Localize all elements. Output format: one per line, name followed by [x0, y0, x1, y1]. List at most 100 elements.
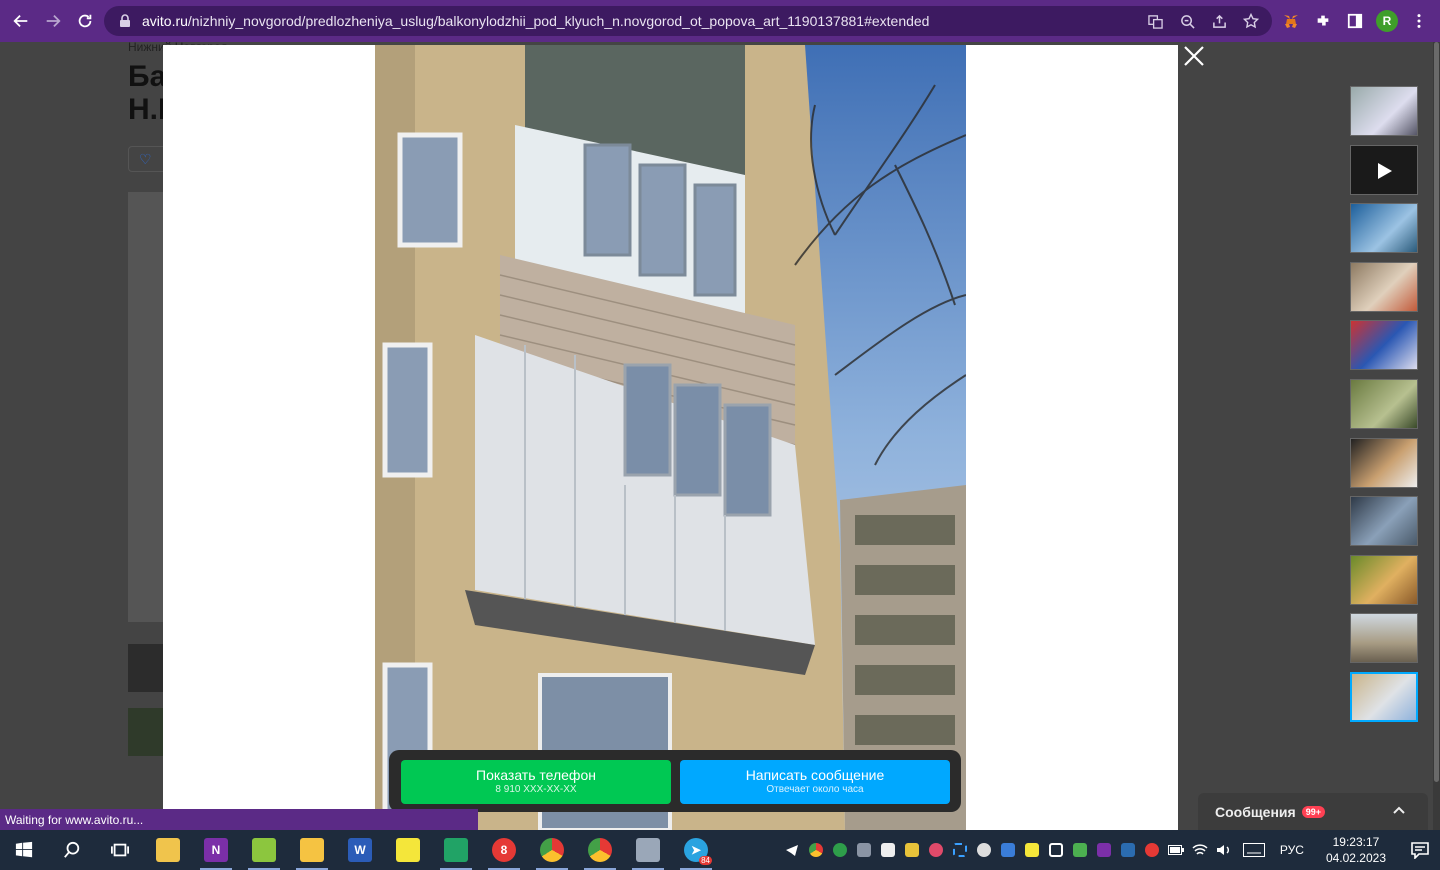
status-bar: Waiting for www.avito.ru... [0, 809, 478, 830]
taskbar-app-onenote[interactable]: N [192, 830, 240, 870]
sheets-icon [444, 838, 468, 862]
window-tray-icon[interactable] [1044, 830, 1068, 870]
forward-button[interactable] [37, 5, 69, 37]
search-button[interactable] [48, 830, 96, 870]
taskbar-app-files[interactable] [144, 830, 192, 870]
volume-icon[interactable] [1212, 830, 1236, 870]
taskbar-app-telegram[interactable]: ➤ 84 [672, 830, 720, 870]
main-image [128, 192, 168, 622]
telegram-badge: 84 [699, 856, 712, 865]
status-text: Waiting for www.avito.ru... [5, 812, 144, 827]
yandex-tray-icon[interactable] [1140, 830, 1164, 870]
reload-button[interactable] [69, 5, 101, 37]
battery-icon[interactable] [1164, 830, 1188, 870]
taskbar-app-trash[interactable] [624, 830, 672, 870]
thumbnail[interactable] [1350, 203, 1418, 254]
steam-tray-icon[interactable] [972, 830, 996, 870]
taskbar-app-chrome-user[interactable] [528, 830, 576, 870]
reload-icon [78, 14, 92, 28]
chrome-icon [588, 838, 612, 862]
thumbnail[interactable] [1350, 496, 1418, 547]
game-tray-icon[interactable] [1068, 830, 1092, 870]
chrome-tray-icon[interactable] [804, 830, 828, 870]
write-message-button[interactable]: Написать сообщение Отвечает около часа [680, 760, 950, 804]
close-icon [1184, 46, 1204, 66]
reply-time-note: Отвечает около часа [766, 784, 864, 795]
file-tray-icon[interactable] [876, 830, 900, 870]
gallery-photo [375, 45, 966, 830]
lock-icon [120, 14, 130, 27]
notifications-button[interactable] [1400, 830, 1440, 870]
page-thumbnail[interactable] [128, 708, 168, 756]
star-icon[interactable] [1242, 12, 1260, 30]
taskbar-app-chrome[interactable] [576, 830, 624, 870]
extensions-icon[interactable] [1312, 10, 1334, 32]
show-phone-label: Показать телефон [476, 767, 596, 783]
balcony-photo [375, 45, 966, 830]
heart-icon: ♡ [139, 150, 152, 167]
thumbnail[interactable] [1350, 437, 1418, 488]
onenote-icon: N [204, 838, 228, 862]
language-indicator[interactable]: РУС [1272, 843, 1312, 857]
yandex-icon: 8 [492, 838, 516, 862]
taskbar-app-notepad[interactable] [240, 830, 288, 870]
video-thumbnail[interactable] [1350, 144, 1418, 195]
zoom-icon[interactable] [1178, 12, 1196, 30]
clock[interactable]: 19:23:17 04.02.2023 [1312, 834, 1400, 866]
system-tray: РУС 19:23:17 04.02.2023 [780, 830, 1440, 870]
page-scrollbar[interactable] [1433, 42, 1440, 830]
thumbnail[interactable] [1350, 554, 1418, 605]
wifi-icon[interactable] [1188, 830, 1212, 870]
screenshot-tray-icon[interactable] [948, 830, 972, 870]
taskbar-app-sheets[interactable] [432, 830, 480, 870]
notepad-icon [252, 838, 276, 862]
write-message-label: Написать сообщение [745, 767, 885, 783]
sticky-tray-icon[interactable] [1020, 830, 1044, 870]
shield-tray-icon[interactable] [828, 830, 852, 870]
notes-tray-icon[interactable] [900, 830, 924, 870]
page-thumbnail[interactable] [128, 644, 168, 692]
share-icon[interactable] [1210, 12, 1228, 30]
sticky-notes-icon [396, 838, 420, 862]
translate-icon[interactable] [1146, 12, 1164, 30]
address-bar[interactable]: avito.ru/nizhniy_novgorod/predlozheniya_… [104, 6, 1272, 36]
telegram-tray-icon[interactable] [780, 830, 804, 870]
thumbnail[interactable] [1350, 378, 1418, 429]
keyboard-icon[interactable] [1236, 830, 1272, 870]
task-view-icon [111, 843, 129, 857]
scrollbar-thumb[interactable] [1434, 42, 1439, 782]
vpn-tray-icon[interactable] [996, 830, 1020, 870]
thumbnail[interactable] [1350, 613, 1418, 664]
taskbar-app-yandex[interactable]: 8 [480, 830, 528, 870]
taskbar-app-sticky[interactable] [384, 830, 432, 870]
back-button[interactable] [5, 5, 37, 37]
thumbnail-active[interactable] [1350, 671, 1418, 722]
thumbnail[interactable] [1350, 261, 1418, 312]
arrow-right-icon [46, 14, 61, 28]
notification-icon [1411, 842, 1429, 859]
monitor-tray-icon[interactable] [852, 830, 876, 870]
fx-tray-icon[interactable] [1116, 830, 1140, 870]
sidepanel-icon[interactable] [1344, 10, 1366, 32]
metamask-icon[interactable] [1280, 10, 1302, 32]
play-icon [1378, 162, 1392, 179]
taskbar-app-explorer[interactable] [288, 830, 336, 870]
arrow-left-icon [13, 14, 28, 28]
messages-label: Сообщения [1215, 803, 1296, 820]
thumbnail[interactable] [1350, 86, 1418, 136]
start-button[interactable] [0, 830, 48, 870]
favorite-button[interactable]: ♡ [128, 146, 168, 172]
task-view-button[interactable] [96, 830, 144, 870]
close-button[interactable] [1183, 45, 1205, 67]
record-tray-icon[interactable] [924, 830, 948, 870]
menu-icon[interactable] [1408, 10, 1430, 32]
messages-panel[interactable]: Сообщения 99+ [1198, 793, 1428, 830]
folder-icon [300, 838, 324, 862]
profile-avatar[interactable]: R [1376, 10, 1398, 32]
onenote-tray-icon[interactable] [1092, 830, 1116, 870]
show-phone-button[interactable]: Показать телефон 8 910 XXX-XX-XX [401, 760, 671, 804]
phone-mask: 8 910 XXX-XX-XX [495, 784, 577, 795]
thumbnail[interactable] [1350, 320, 1418, 371]
clock-date: 04.02.2023 [1325, 851, 1386, 865]
taskbar-app-word[interactable]: W [336, 830, 384, 870]
